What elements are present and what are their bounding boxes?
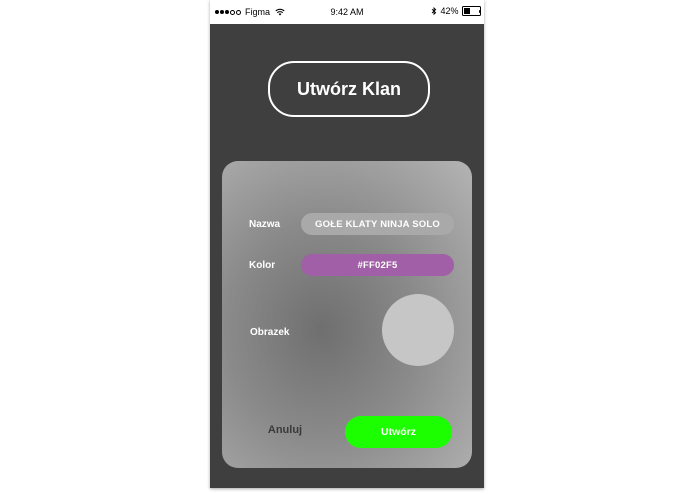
create-clan-card: Nazwa GOŁE KLATY NINJA SOLO Kolor #FF02F…: [222, 161, 472, 468]
create-button[interactable]: Utwórz: [345, 416, 452, 448]
status-bar: Figma 9:42 AM 42%: [210, 0, 484, 24]
battery-body: [461, 6, 481, 16]
color-label: Kolor: [249, 260, 276, 271]
name-label: Nazwa: [249, 219, 281, 230]
page-title: Utwórz Klan: [268, 61, 430, 117]
clan-name-field[interactable]: GOŁE KLATY NINJA SOLO: [301, 213, 454, 235]
cancel-button[interactable]: Anuluj: [260, 424, 310, 436]
battery-icon: [461, 6, 481, 16]
battery-fill: [463, 8, 470, 14]
battery-percentage: 42%: [440, 6, 459, 16]
clan-image-picker[interactable]: [382, 294, 454, 366]
phone-screen: Figma 9:42 AM 42% Utwórz Klan Nazwa GOŁE: [210, 0, 484, 488]
bluetooth-icon: [432, 6, 437, 15]
image-label: Obrazek: [250, 327, 290, 338]
status-bar-right: 42%: [431, 6, 481, 16]
clan-color-field[interactable]: #FF02F5: [301, 254, 454, 276]
